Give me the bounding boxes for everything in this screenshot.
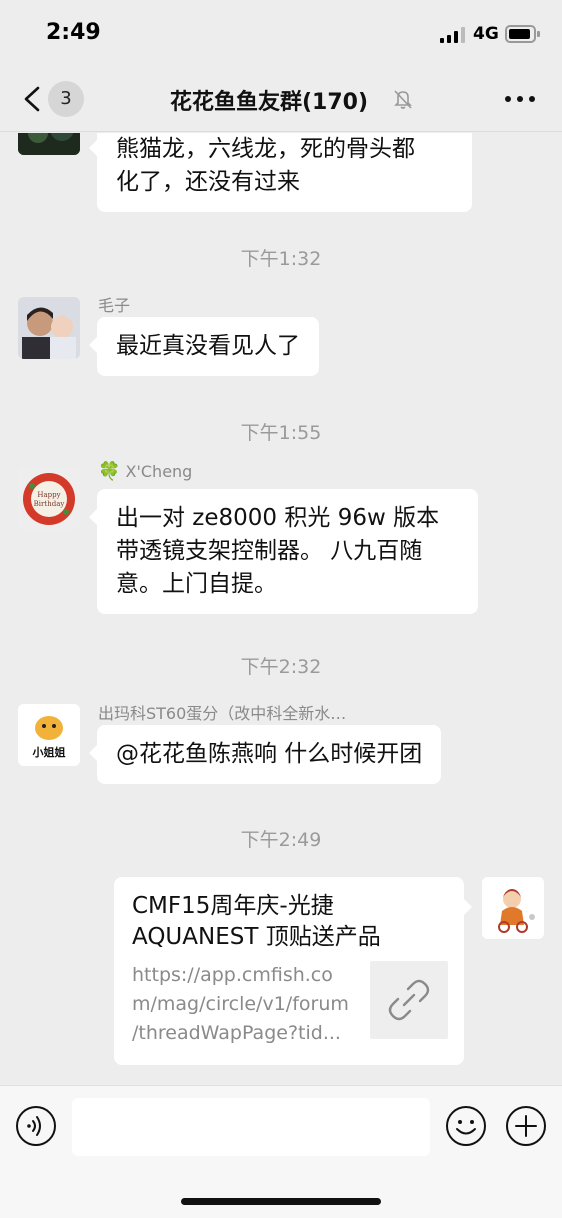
- card-url: https://app.cmfish.co m/mag/circle/v1/fo…: [132, 961, 356, 1048]
- sender-name: 🍀 X'Cheng: [98, 461, 192, 482]
- avatar[interactable]: [18, 297, 80, 359]
- message-bubble[interactable]: @花花鱼陈燕响 什么时候开团: [88, 725, 442, 784]
- avatar-label: 小姐姐: [32, 745, 66, 759]
- status-time: 2:49: [46, 20, 101, 45]
- link-card[interactable]: CMF15周年庆-光捷 AQUANEST 顶贴送产品 https://app.c…: [114, 877, 472, 1065]
- avatar[interactable]: [18, 133, 80, 155]
- message-text: 化了，还没有过来: [116, 169, 300, 195]
- timestamp: 下午1:55: [240, 422, 322, 444]
- card-url-line: m/mag/circle/v1/forum: [132, 993, 349, 1015]
- avatar-text: Happy: [37, 491, 60, 499]
- nav-bar: 3 花花鱼鱼友群(170): [0, 66, 562, 132]
- battery-icon: [505, 25, 540, 43]
- message-bubble[interactable]: 熊猫龙，六线龙，死的骨头都 化了，还没有过来: [89, 133, 472, 212]
- clover-icon: 🍀: [98, 461, 121, 482]
- signal-icon: [440, 27, 465, 43]
- plus-icon[interactable]: [505, 1105, 547, 1147]
- back-button[interactable]: 3: [16, 80, 86, 118]
- link-icon: [388, 979, 430, 1021]
- avatar-image: [482, 877, 544, 939]
- avatar-image: [18, 297, 80, 359]
- avatar[interactable]: 小姐姐: [18, 704, 80, 766]
- bell-off-icon: [394, 90, 412, 109]
- network-label: 4G: [473, 24, 499, 44]
- my-avatar[interactable]: [482, 877, 544, 939]
- page-title: 花花鱼鱼友群(170): [170, 90, 369, 115]
- chat-area[interactable]: 熊猫龙，六线龙，死的骨头都 化了，还没有过来 下午1:32 毛子 最近真没看见人…: [0, 133, 562, 1085]
- voice-icon[interactable]: [15, 1105, 57, 1147]
- card-title-line: CMF15周年庆-光捷: [132, 893, 334, 919]
- chevron-left-icon: [24, 86, 40, 112]
- message-text: 出一对 ze8000 积光 96w 版本: [116, 505, 440, 531]
- sender-name-text: X'Cheng: [125, 462, 193, 481]
- emoji-icon[interactable]: [445, 1105, 487, 1147]
- avatar-image: Happy Birthday: [18, 468, 80, 530]
- sender-name: 出玛科ST60蛋分（改中科全新水…: [98, 704, 347, 723]
- avatar-image: 小姐姐: [18, 704, 80, 766]
- avatar[interactable]: Happy Birthday: [18, 468, 80, 530]
- message-text: 熊猫龙，六线龙，死的骨头都: [116, 136, 415, 162]
- timestamp: 下午2:32: [240, 656, 322, 678]
- message-bubble[interactable]: 最近真没看见人了: [89, 317, 319, 376]
- sender-name: 毛子: [98, 296, 131, 315]
- message-input[interactable]: [72, 1098, 430, 1156]
- avatar-text: Birthday: [34, 500, 65, 508]
- card-url-line: /threadWapPage?tid...: [132, 1022, 341, 1044]
- message-text: 带透镜支架控制器。 八九百随: [116, 538, 423, 564]
- unread-badge: 3: [48, 81, 84, 117]
- card-thumbnail: [370, 961, 448, 1039]
- more-dots-icon[interactable]: [500, 84, 540, 114]
- card-title-line: AQUANEST 顶贴送产品: [132, 924, 381, 950]
- message-bubble[interactable]: 出一对 ze8000 积光 96w 版本 带透镜支架控制器。 八九百随 意。上门…: [89, 489, 478, 614]
- message-text: 意。上门自提。: [116, 571, 277, 597]
- status-bar: 2:49 4G: [0, 0, 562, 66]
- timestamp: 下午1:32: [240, 248, 322, 270]
- timestamp: 下午2:49: [240, 829, 322, 851]
- card-url-line: https://app.cmfish.co: [132, 964, 333, 986]
- card-title: CMF15周年庆-光捷 AQUANEST 顶贴送产品: [132, 891, 452, 953]
- message-text: 最近真没看见人了: [116, 333, 300, 359]
- home-indicator: [181, 1198, 381, 1205]
- avatar-image: [18, 133, 80, 155]
- message-text: @花花鱼陈燕响 什么时候开团: [116, 741, 423, 767]
